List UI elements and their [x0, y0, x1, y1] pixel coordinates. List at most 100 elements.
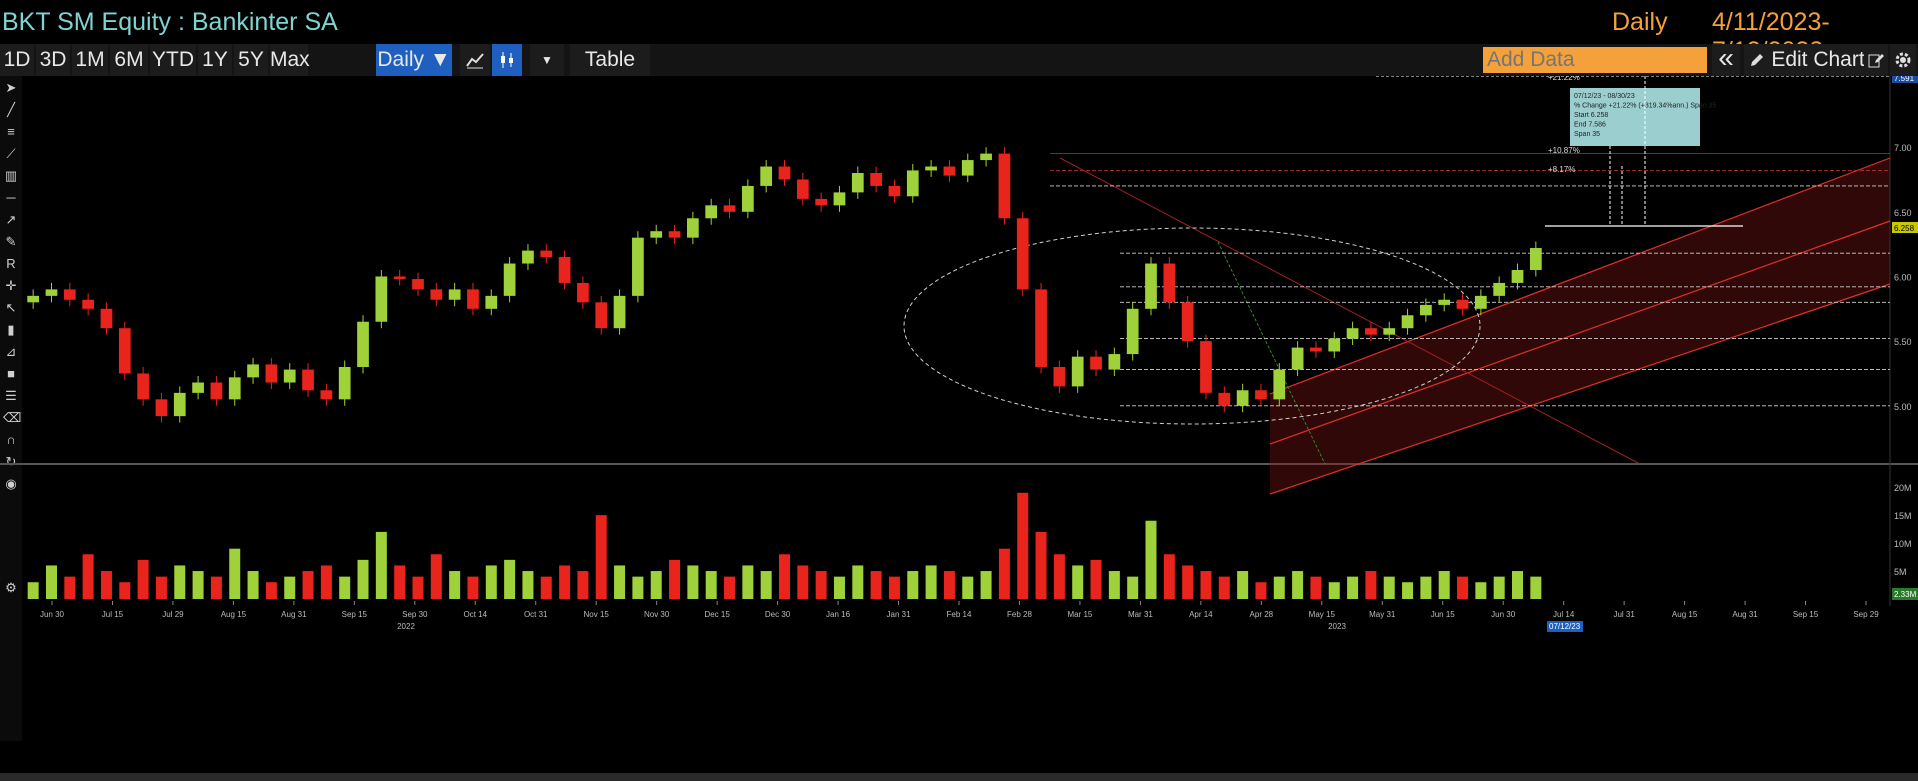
- volume-bar: [742, 565, 754, 599]
- pct-change-label: +10.87%: [1548, 146, 1580, 155]
- candlestick-icon[interactable]: [492, 44, 522, 76]
- volume-bar: [632, 576, 644, 599]
- volume-bar: [1035, 531, 1047, 599]
- volume-bar: [1347, 576, 1359, 599]
- volume-tick-label: 10M: [1894, 539, 1912, 549]
- volume-bar: [1218, 576, 1230, 599]
- candle-body: [595, 302, 608, 329]
- candle-body: [485, 295, 498, 309]
- x-tick-label: Feb 28: [1007, 610, 1032, 619]
- candle-body: [558, 257, 571, 283]
- range-ytd-button[interactable]: YTD: [150, 44, 196, 76]
- candle-body: [888, 185, 901, 197]
- range-1d-button[interactable]: 1D: [0, 44, 34, 76]
- candle-body: [375, 276, 388, 322]
- range-max-button[interactable]: Max: [270, 44, 310, 76]
- volume-bar: [467, 576, 479, 599]
- x-tick-label: Jul 14: [1553, 610, 1575, 619]
- volume-bar: [302, 571, 314, 599]
- candle-body: [906, 170, 919, 197]
- volume-bar: [522, 571, 534, 599]
- candle-body: [1383, 328, 1396, 335]
- price-tick-label: 5.50: [1894, 337, 1912, 347]
- volume-bar: [192, 571, 204, 599]
- regression-channel: [903, 157, 1891, 495]
- edit-note-icon[interactable]: [1864, 44, 1888, 76]
- range-5y-button[interactable]: 5Y: [234, 44, 268, 76]
- candle-body: [998, 153, 1011, 219]
- volume-bar: [705, 571, 717, 599]
- candle-body: [82, 299, 95, 309]
- volume-bar: [339, 576, 351, 599]
- candle-body: [815, 198, 828, 206]
- volume-bar: [1493, 576, 1505, 599]
- x-tick-label: Apr 14: [1189, 610, 1213, 619]
- range-3d-button[interactable]: 3D: [36, 44, 70, 76]
- axes: 7.00 6.50 6.00 5.50 5.00 20M 15M 10M 5M 2.33M Jun …: [40, 143, 1918, 632]
- candle-body: [265, 364, 278, 383]
- candle-body: [1401, 315, 1414, 329]
- candle-body: [687, 218, 699, 238]
- price-tick-label: 6.00: [1894, 272, 1912, 282]
- x-tick-label: Jul 31: [1613, 610, 1635, 619]
- collapse-icon[interactable]: «: [1712, 44, 1740, 76]
- add-data-input[interactable]: [1483, 47, 1707, 73]
- chart-type-dropdown-icon[interactable]: ▼: [530, 44, 564, 76]
- x-tick-label: Jun 15: [1431, 610, 1456, 619]
- volume-bar: [559, 565, 571, 599]
- volume-bar: [595, 515, 607, 599]
- candle-body: [1420, 304, 1432, 316]
- volume-bar: [1365, 571, 1377, 599]
- volume-bar: [540, 576, 552, 599]
- pencil-icon[interactable]: [1744, 44, 1770, 76]
- candle-body: [1291, 347, 1304, 370]
- volume-bar: [247, 571, 259, 599]
- x-tick-label: Jun 30: [1491, 610, 1516, 619]
- price-tick-label: 5.00: [1894, 402, 1912, 412]
- x-tick-label: Oct 14: [463, 610, 487, 619]
- x-tick-label: Apr 28: [1250, 610, 1274, 619]
- x-tick-label: Dec 15: [704, 610, 730, 619]
- volume-bar: [815, 571, 827, 599]
- candle-body: [613, 295, 626, 329]
- candle-body: [925, 166, 937, 171]
- x-tick-label: Feb 14: [947, 610, 972, 619]
- edit-chart-button[interactable]: Edit Chart: [1770, 44, 1866, 76]
- candle-body: [1163, 263, 1176, 303]
- table-button[interactable]: Table: [570, 44, 650, 76]
- candle-body: [467, 289, 479, 309]
- candle-body: [522, 250, 534, 264]
- volume-bar: [1292, 571, 1304, 599]
- price-chart[interactable]: 7.00 6.50 6.00 5.50 5.00 20M 15M 10M 5M 2.33M Jun …: [0, 76, 1918, 773]
- tooltip-line: End 7.586: [1574, 122, 1606, 129]
- range-6m-button[interactable]: 6M: [110, 44, 148, 76]
- candle-body: [1255, 390, 1267, 400]
- candle-body: [302, 369, 314, 391]
- candle-body: [247, 364, 259, 378]
- period-label[interactable]: Daily: [1612, 8, 1668, 37]
- candle-body: [412, 279, 424, 290]
- volume-bar: [1420, 576, 1432, 599]
- frequency-dropdown[interactable]: Daily ▼: [376, 44, 452, 76]
- candle-body: [1145, 263, 1157, 309]
- candle-body: [650, 231, 663, 238]
- range-1m-button[interactable]: 1M: [72, 44, 108, 76]
- volume-bar: [1053, 554, 1065, 599]
- x-tick-label: Jun 30: [40, 610, 65, 619]
- candle-body: [1529, 248, 1542, 270]
- x-tick-label: Nov 30: [644, 610, 670, 619]
- candle-body: [851, 173, 864, 193]
- x-tick-label: Jan 31: [887, 610, 912, 619]
- volume-bar: [1072, 565, 1084, 599]
- candle-body: [63, 289, 76, 300]
- candle-body: [393, 276, 406, 280]
- candle-body: [778, 166, 791, 180]
- line-chart-icon[interactable]: [460, 44, 490, 76]
- candle-body: [1053, 367, 1066, 387]
- candle-body: [1365, 328, 1377, 335]
- volume-bar: [687, 565, 699, 599]
- candle-body: [1310, 347, 1322, 352]
- top-tag: 7.591: [1894, 76, 1915, 83]
- gear-icon[interactable]: [1890, 44, 1916, 76]
- range-1y-button[interactable]: 1Y: [198, 44, 232, 76]
